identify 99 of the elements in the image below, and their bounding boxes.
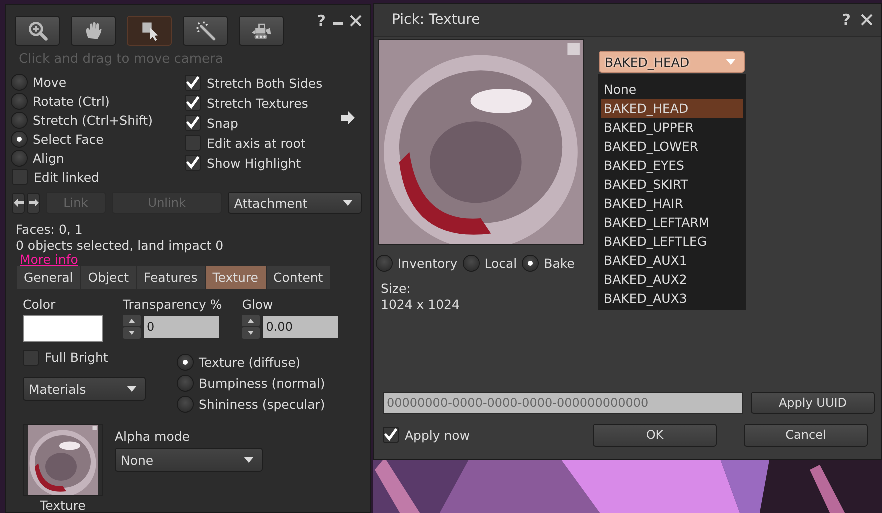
transparency-field[interactable]: 0 (143, 315, 220, 339)
checkbox[interactable] (185, 75, 201, 91)
option-label: Show Highlight (207, 156, 302, 170)
dropdown-option[interactable]: BAKED_EYES (601, 156, 743, 175)
option-label: Edit linked (34, 170, 100, 184)
radio-button[interactable] (178, 397, 193, 412)
help-button[interactable]: ? (842, 12, 851, 28)
option-label: Shininess (specular) (199, 397, 326, 412)
option-label: Stretch Textures (207, 96, 308, 110)
materials-dropdown[interactable]: Materials (23, 377, 146, 401)
arrow-right-button[interactable] (27, 192, 40, 214)
radio-button[interactable] (178, 355, 193, 370)
checkbox[interactable] (185, 155, 201, 171)
faces-text: Faces: 0, 1 (16, 222, 84, 238)
option-label: Full Bright (45, 350, 108, 365)
radio-button[interactable] (178, 376, 193, 391)
zoom-icon (26, 20, 48, 42)
radio-button[interactable] (12, 132, 27, 147)
radio-button[interactable] (12, 151, 27, 166)
cancel-button[interactable]: Cancel (744, 424, 868, 446)
field-label: Color (23, 297, 57, 312)
arrow-left-icon (14, 199, 24, 207)
tab[interactable]: Content (266, 266, 330, 289)
dropdown-option[interactable]: BAKED_LEFTARM (601, 213, 743, 232)
radio-button[interactable] (12, 75, 27, 90)
bake-dropdown[interactable]: BAKED_HEAD (599, 51, 745, 73)
caret-icon (726, 59, 736, 65)
dropdown-option[interactable]: BAKED_AUX2 (601, 270, 743, 289)
close-icon (350, 15, 362, 27)
spinner-arrows-icon (242, 315, 260, 339)
tab[interactable]: General (17, 266, 80, 289)
field-label: Glow (242, 297, 274, 312)
tab[interactable]: Object (81, 266, 136, 289)
texture-label: Texture (40, 498, 86, 513)
more-info-link[interactable]: More info (20, 254, 78, 266)
checkbox[interactable] (383, 427, 399, 443)
tool-button[interactable] (127, 16, 172, 46)
attachment-dropdown[interactable]: Attachment (228, 192, 362, 214)
caret-icon (127, 386, 137, 392)
dropdown-option[interactable]: BAKED_AUX3 (601, 289, 743, 308)
option-label: Local (484, 256, 518, 271)
option-label: Select Face (33, 132, 104, 147)
selection-text: 0 objects selected, land impact 0 (16, 238, 225, 254)
size-text: 1024 x 1024 (381, 297, 461, 313)
dropdown-option[interactable]: BAKED_AUX1 (601, 251, 743, 270)
close-icon (861, 14, 873, 26)
dropdown-option[interactable]: None (601, 80, 743, 99)
dropdown-option[interactable]: BAKED_LOWER (601, 137, 743, 156)
option-label: Bumpiness (normal) (199, 376, 326, 391)
ok-button[interactable]: OK (593, 424, 717, 446)
tab[interactable]: Features (136, 266, 205, 289)
tool-button[interactable] (15, 16, 60, 46)
caret-icon (343, 200, 353, 206)
tool-button[interactable] (71, 16, 116, 46)
apply-uuid-button[interactable]: Apply UUID (751, 392, 875, 414)
tool-button[interactable] (183, 16, 228, 46)
checkbox[interactable] (185, 135, 201, 151)
alpha-mode-dropdown[interactable]: None (115, 448, 263, 472)
checkbox[interactable] (12, 169, 28, 185)
option-label: Align (33, 151, 64, 166)
checkbox[interactable] (185, 95, 201, 111)
option-label: Snap (207, 116, 238, 130)
dropdown-option[interactable]: BAKED_SKIRT (601, 175, 743, 194)
magic-wand-icon (194, 20, 216, 42)
option-label: Stretch (Ctrl+Shift) (33, 113, 153, 128)
caret-icon (244, 457, 254, 463)
checkbox[interactable] (185, 115, 201, 131)
radio-button[interactable] (464, 256, 479, 271)
option-label: Stretch Both Sides (207, 76, 323, 90)
arrow-right-icon (28, 199, 38, 207)
arrow-right-icon (340, 111, 356, 125)
dropdown-option[interactable]: BAKED_HEAD (601, 99, 743, 118)
radio-button[interactable] (523, 256, 538, 271)
dropdown-option[interactable]: BAKED_UPPER (601, 118, 743, 137)
option-label: Edit axis at root (207, 136, 306, 150)
dialog-title: Pick: Texture (392, 12, 480, 28)
tab[interactable]: Texture (206, 266, 266, 289)
radio-button[interactable] (12, 94, 27, 109)
dropdown-option[interactable]: BAKED_HAIR (601, 194, 743, 213)
radio-button[interactable] (377, 256, 392, 271)
glow-field[interactable]: 0.00 (262, 315, 340, 339)
size-label: Size: (381, 281, 412, 297)
radio-button[interactable] (12, 113, 27, 128)
option-label: Bake (544, 256, 575, 271)
option-label: Texture (diffuse) (199, 355, 301, 370)
dropdown-option[interactable]: BAKED_LEFTLEG (601, 232, 743, 251)
option-label: Inventory (398, 256, 458, 271)
spinner-arrows-icon (123, 315, 141, 339)
checkbox[interactable] (23, 350, 39, 366)
option-label: Move (33, 75, 67, 90)
option-label: Apply now (405, 428, 470, 442)
help-button[interactable]: ? (317, 13, 326, 29)
minimize-icon (333, 22, 343, 25)
option-label: Rotate (Ctrl) (33, 94, 110, 109)
arrow-left-button[interactable] (12, 192, 25, 214)
tool-button[interactable] (239, 16, 284, 46)
color-swatch[interactable] (23, 315, 103, 342)
field-label: Transparency % (123, 297, 222, 312)
field-label: Alpha mode (115, 429, 191, 444)
